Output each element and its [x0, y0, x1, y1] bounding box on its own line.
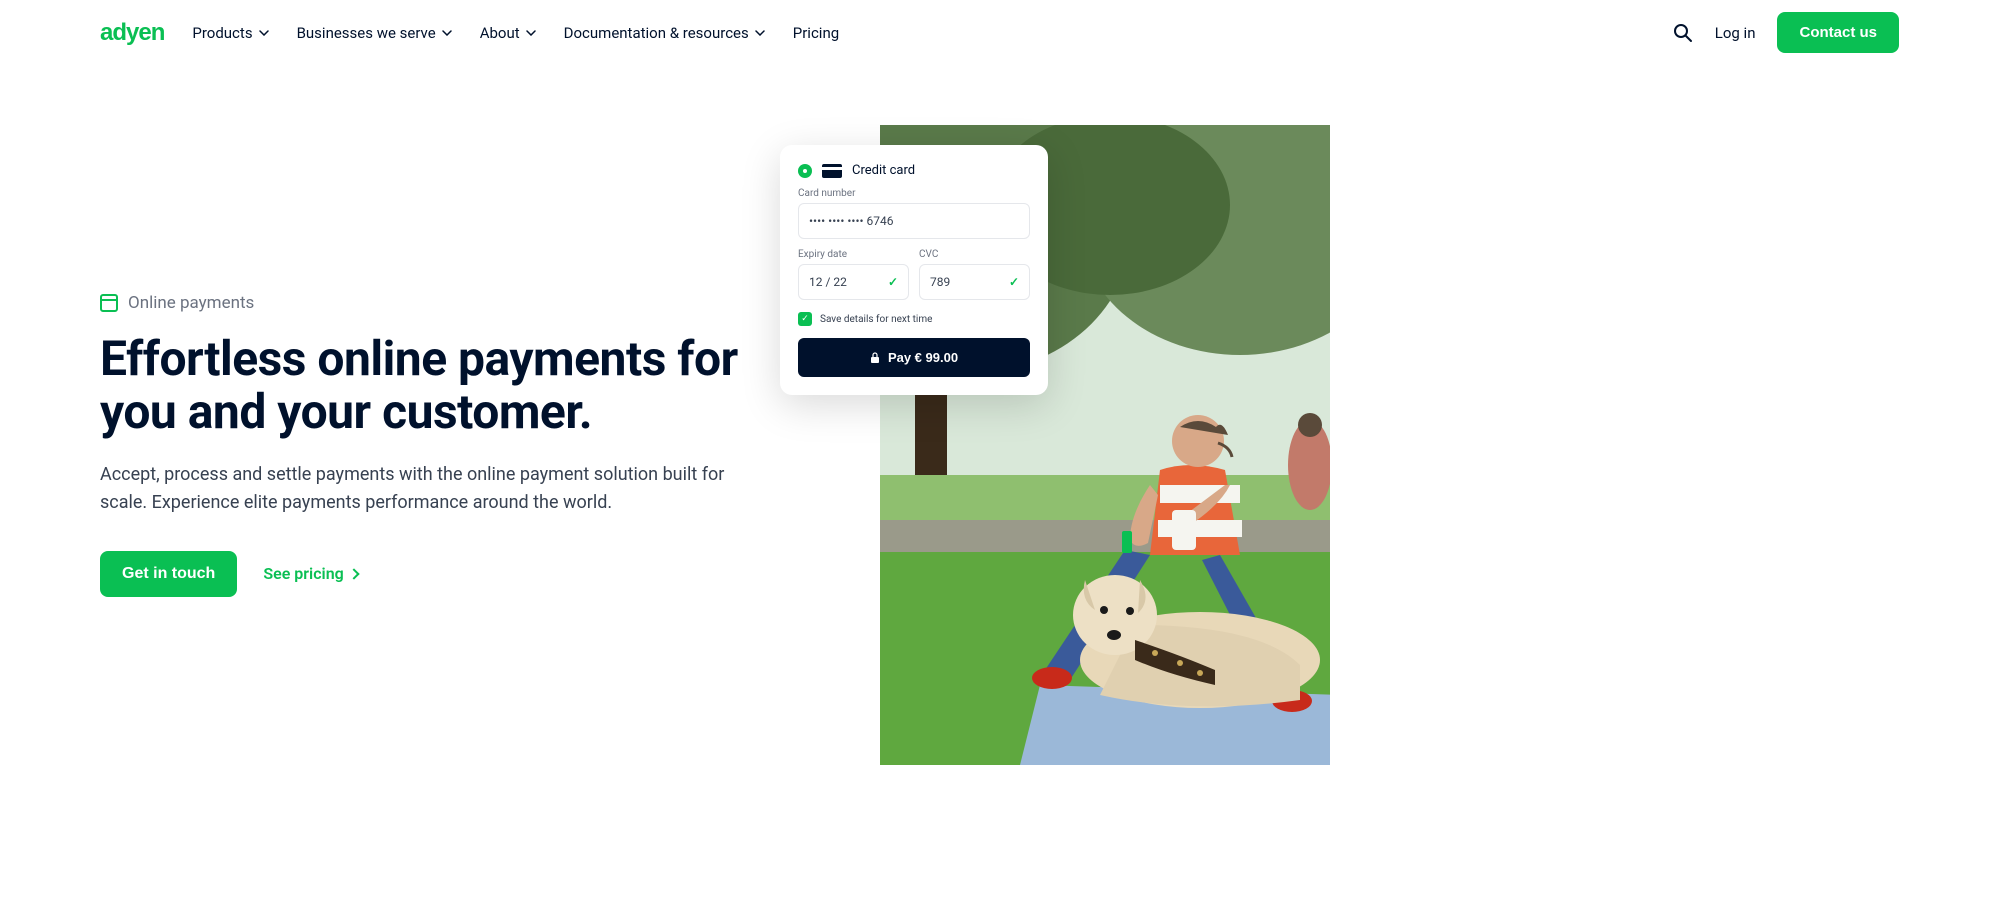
- see-pricing-link[interactable]: See pricing: [263, 564, 357, 583]
- card-number-field: Card number •••• •••• •••• 6746: [798, 188, 1030, 239]
- expiry-label: Expiry date: [798, 249, 909, 260]
- chevron-down-icon: [755, 30, 765, 36]
- see-pricing-label: See pricing: [263, 564, 343, 583]
- contact-us-button[interactable]: Contact us: [1777, 12, 1899, 53]
- expiry-field: Expiry date 12 / 22 ✓: [798, 249, 909, 300]
- nav-pricing[interactable]: Pricing: [793, 24, 839, 42]
- checkout-card: Credit card Card number •••• •••• •••• 6…: [780, 145, 1048, 395]
- search-icon: [1673, 23, 1693, 43]
- save-details-row: ✓ Save details for next time: [798, 312, 1030, 326]
- hero-content: Online payments Effortless online paymen…: [100, 125, 820, 765]
- eyebrow: Online payments: [100, 293, 820, 313]
- payment-method-label: Credit card: [852, 163, 915, 178]
- login-link[interactable]: Log in: [1715, 24, 1756, 42]
- payment-method-header: Credit card: [798, 163, 1030, 178]
- radio-selected-icon[interactable]: [798, 164, 812, 178]
- browser-icon: [100, 294, 118, 312]
- card-number-value: •••• •••• •••• 6746: [809, 214, 894, 228]
- pay-button-label: Pay € 99.00: [888, 350, 958, 365]
- hero-title: Effortless online payments for you and y…: [100, 333, 820, 439]
- chevron-down-icon: [259, 30, 269, 36]
- chevron-down-icon: [442, 30, 452, 36]
- lock-icon: [870, 352, 880, 364]
- header-right: Log in Contact us: [1673, 12, 1899, 53]
- nav-businesses[interactable]: Businesses we serve: [297, 24, 452, 42]
- nav-businesses-label: Businesses we serve: [297, 24, 436, 42]
- site-header: adyen Products Businesses we serve About…: [0, 0, 1999, 65]
- nav-pricing-label: Pricing: [793, 24, 839, 42]
- cta-row: Get in touch See pricing: [100, 551, 820, 597]
- get-in-touch-button[interactable]: Get in touch: [100, 551, 237, 597]
- save-details-label: Save details for next time: [820, 314, 932, 325]
- arrow-right-icon: [348, 568, 359, 579]
- cvc-field: CVC 789 ✓: [919, 249, 1030, 300]
- expiry-value: 12 / 22: [809, 275, 847, 289]
- nav-docs-label: Documentation & resources: [564, 24, 749, 42]
- nav-about[interactable]: About: [480, 24, 536, 42]
- pay-button[interactable]: Pay € 99.00: [798, 338, 1030, 377]
- check-icon: ✓: [888, 275, 898, 289]
- cvc-value: 789: [930, 275, 950, 289]
- card-number-input[interactable]: •••• •••• •••• 6746: [798, 203, 1030, 239]
- check-icon: ✓: [1009, 275, 1019, 289]
- expiry-cvc-row: Expiry date 12 / 22 ✓ CVC 789 ✓: [798, 249, 1030, 300]
- expiry-input[interactable]: 12 / 22 ✓: [798, 264, 909, 300]
- chevron-down-icon: [526, 30, 536, 36]
- credit-card-icon: [822, 164, 842, 178]
- header-left: adyen Products Businesses we serve About…: [100, 19, 839, 47]
- main-nav: Products Businesses we serve About Docum…: [192, 24, 839, 42]
- nav-docs[interactable]: Documentation & resources: [564, 24, 765, 42]
- nav-about-label: About: [480, 24, 520, 42]
- search-button[interactable]: [1673, 23, 1693, 43]
- logo[interactable]: adyen: [100, 19, 164, 47]
- nav-products[interactable]: Products: [192, 24, 268, 42]
- hero-image-container: Credit card Card number •••• •••• •••• 6…: [880, 125, 1330, 765]
- eyebrow-text: Online payments: [128, 293, 254, 313]
- hero-section: Online payments Effortless online paymen…: [0, 65, 1999, 765]
- cvc-label: CVC: [919, 249, 1030, 260]
- save-checkbox[interactable]: ✓: [798, 312, 812, 326]
- nav-products-label: Products: [192, 24, 252, 42]
- cvc-input[interactable]: 789 ✓: [919, 264, 1030, 300]
- hero-description: Accept, process and settle payments with…: [100, 461, 750, 517]
- card-number-label: Card number: [798, 188, 1030, 199]
